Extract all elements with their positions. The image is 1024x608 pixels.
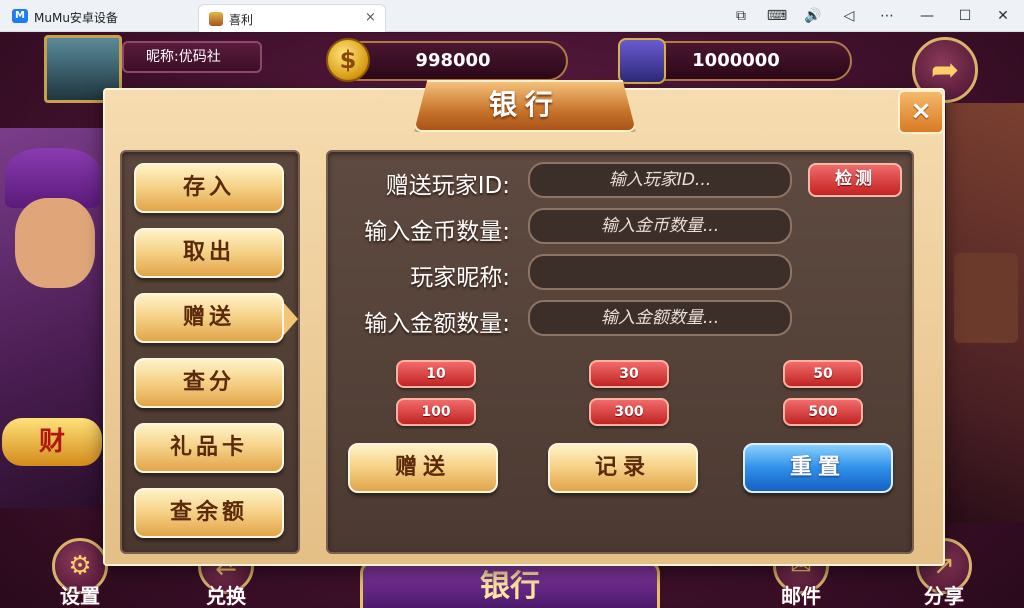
tab-title: 喜利 [229,13,254,27]
exchange-label: 兑换 [206,584,246,608]
dialog-title: 银行 [414,80,636,132]
shelf-decoration [954,253,1018,343]
sidebar-item-check-balance[interactable]: 查余额 [134,488,284,538]
reset-button[interactable]: 重置 [743,443,893,493]
settings-label: 设置 [60,584,100,608]
background-room-decoration [946,103,1024,523]
amount-30-button[interactable]: 30 [589,360,669,388]
close-window-icon[interactable]: ✕ [992,6,1014,26]
record-button[interactable]: 记录 [548,443,698,493]
amount-300-button[interactable]: 300 [589,398,669,426]
give-button[interactable]: 赠送 [348,443,498,493]
share-label: 分享 [924,584,964,608]
money-amount-input[interactable]: 输入金额数量... [528,300,792,336]
money-amount-label: 输入金额数量: [364,311,510,337]
back-icon[interactable]: ◁ [838,6,860,26]
amount-50-button[interactable]: 50 [783,360,863,388]
mumu-app-icon: M [12,9,28,23]
sidebar-item-deposit[interactable]: 存入 [134,163,284,213]
mail-label: 邮件 [781,584,821,608]
gold-balance: 998000 [338,41,568,81]
character-face [15,198,95,288]
amount-10-button[interactable]: 10 [396,360,476,388]
god-of-wealth-illustration: 财 [0,128,105,508]
treasure-chest-icon [618,38,666,84]
keyboard-icon[interactable]: ⌨ [766,6,788,26]
close-dialog-button[interactable]: × [898,90,944,134]
detect-button[interactable]: 检测 [808,163,902,197]
sidebar-item-check-score[interactable]: 查分 [134,358,284,408]
amount-100-button[interactable]: 100 [396,398,476,426]
coin-amount-input[interactable]: 输入金币数量... [528,208,792,244]
tab-close-icon[interactable]: × [365,10,376,25]
sidebar-item-gift-card[interactable]: 礼品卡 [134,423,284,473]
coin-amount-label: 输入金币数量: [364,219,510,245]
sidebar-item-withdraw[interactable]: 取出 [134,228,284,278]
more-icon[interactable]: ⋯ [876,6,898,26]
fortune-icon: 财 [2,418,102,466]
tab-xili[interactable]: 喜利 × [198,4,386,32]
player-id-input[interactable]: 输入玩家ID... [528,162,792,198]
game-tab-icon [209,12,223,26]
app-title: MuMu安卓设备 [34,11,118,25]
nickname-label: 玩家昵称: [410,265,510,291]
gold-coin-icon: $ [326,38,370,82]
volume-icon[interactable]: 🔊 [802,6,824,26]
screen-record-icon[interactable]: ⧉ [730,6,752,26]
sidebar-item-give[interactable]: 赠送 [134,293,298,343]
player-id-label: 赠送玩家ID: [385,173,510,199]
maximize-icon[interactable]: ☐ [954,6,976,26]
player-nickname: 昵称:优码社 [122,41,262,73]
minimize-icon[interactable]: — [916,6,938,26]
dialog-title-text: 银行 [488,88,561,121]
nickname-field [528,254,792,290]
bank-main-button[interactable]: 银行 [360,561,660,608]
amount-500-button[interactable]: 500 [783,398,863,426]
window-titlebar: M MuMu安卓设备 喜利 × ⧉ ⌨ 🔊 ◁ ⋯ — ☐ ✕ [0,0,1024,32]
